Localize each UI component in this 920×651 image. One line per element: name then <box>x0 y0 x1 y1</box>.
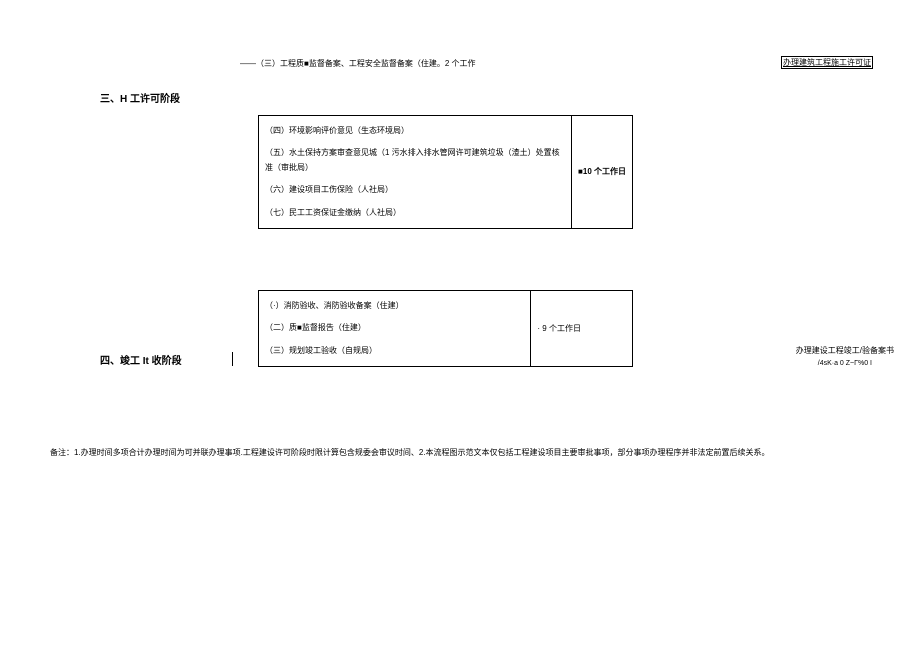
stage-3-table: （四）环境影响评价意见（生态环境局） （五）水土保持方案审查意见城（1 污水排入… <box>258 115 633 229</box>
stage-2-fragment: ——（三）工程质■监督备案、工程安全监督备案（住建。2 个工作 <box>240 58 800 69</box>
stage-3-item: （四）环境影响评价意见（生态环境局） <box>265 120 565 142</box>
permit-link-construction[interactable]: 办理建筑工程施工许可证 <box>781 56 873 69</box>
stage-3-heading: 三、H 工许可阶段 <box>100 90 180 105</box>
footer-note: 备注：1.办理时间多项合计办理时间为可并联办理事项.工程建设许可阶段时限计算包含… <box>50 447 870 459</box>
stage-4-item: （二）质■监督报告（住建） <box>265 317 524 339</box>
stage-3-items-cell: （四）环境影响评价意见（生态环境局） （五）水土保持方案审查意见城（1 污水排入… <box>259 116 572 229</box>
stage-4-item: （三）规划竣工验收（自规局） <box>265 340 524 362</box>
stage-4-heading: 四、竣工 It 收阶段 <box>100 352 233 366</box>
stage-4-items-cell: （·）消防验收、消防验收备案（住建） （二）质■监督报告（住建） （三）规划竣工… <box>259 291 531 367</box>
completion-filing-sub: /4sK·a 0 Z~Γ%0 I <box>796 360 894 367</box>
table-row: （·）消防验收、消防验收备案（住建） （二）质■监督报告（住建） （三）规划竣工… <box>259 291 633 367</box>
stage-4-item: （·）消防验收、消防验收备案（住建） <box>265 295 524 317</box>
completion-filing-main: 办理建设工程竣工/验备案书 <box>796 345 894 356</box>
table-row: （四）环境影响评价意见（生态环境局） （五）水土保持方案审查意见城（1 污水排入… <box>259 116 633 229</box>
stage-4-table: （·）消防验收、消防验收备案（住建） （二）质■监督报告（住建） （三）规划竣工… <box>258 290 633 367</box>
stage-3-item: （六）建设项目工伤保险（人社局） <box>265 179 565 201</box>
stage-3-item: （七）民工工资保证金缴纳（人社局） <box>265 202 565 224</box>
stage-2-item-text: ——（三）工程质■监督备案、工程安全监督备案（住建。2 个工作 <box>240 59 476 68</box>
stage-3-days-cell: ■10 个工作日 <box>572 116 633 229</box>
stage-3-item: （五）水土保持方案审查意见城（1 污水排入排水管网许可建筑垃圾（渣土）处置核准（… <box>265 142 565 179</box>
completion-filing-link[interactable]: 办理建设工程竣工/验备案书 /4sK·a 0 Z~Γ%0 I <box>796 345 894 367</box>
stage-4-days-cell: · 9 个工作日 <box>531 291 633 367</box>
